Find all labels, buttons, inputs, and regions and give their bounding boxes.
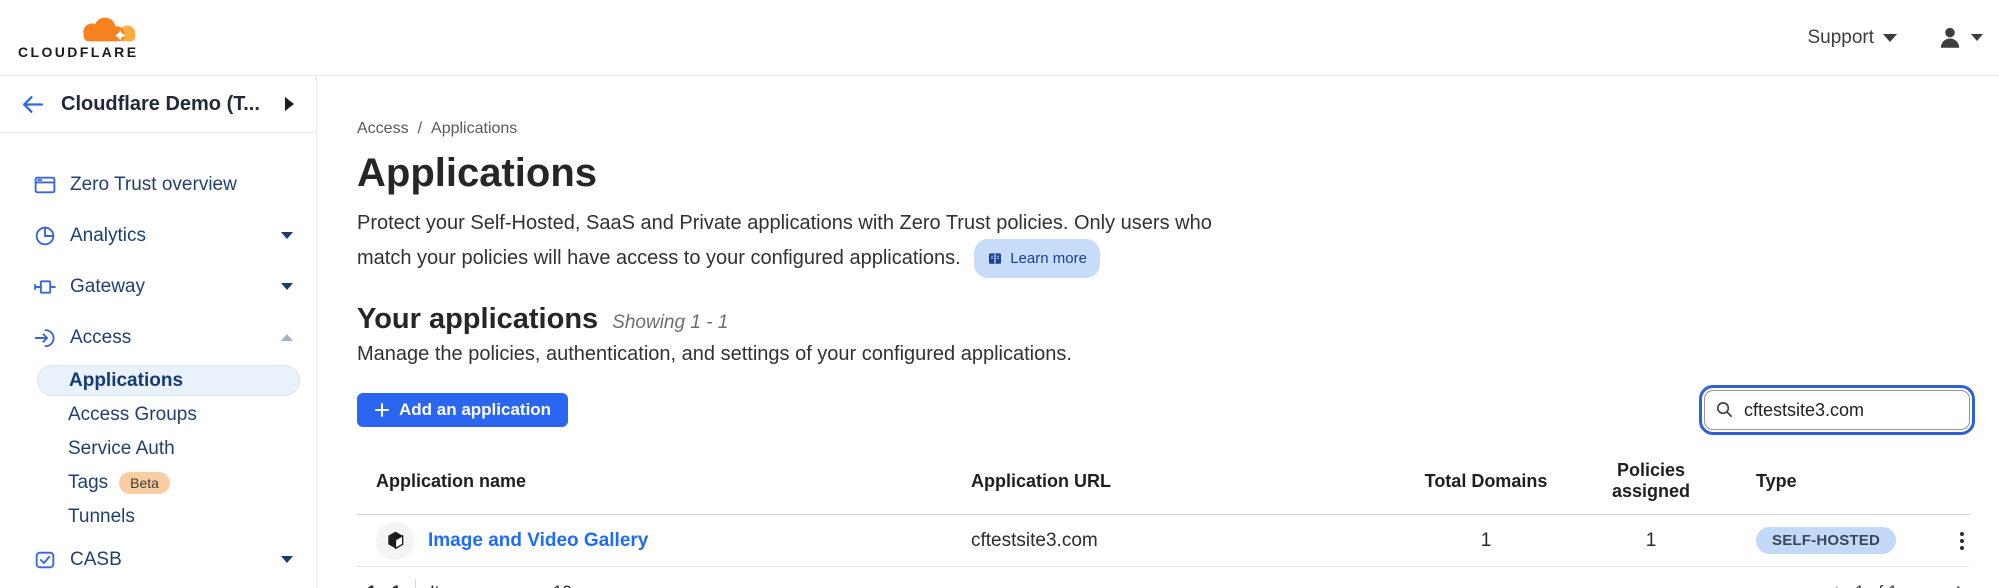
cloudflare-logo[interactable]: CLOUDFLARE	[18, 16, 138, 60]
cloudflare-wordmark: CLOUDFLARE	[18, 44, 138, 60]
sidebar-item-label: Access Groups	[68, 404, 197, 426]
sidebar-item-tags[interactable]: Tags Beta	[0, 466, 316, 500]
pie-chart-icon	[33, 224, 57, 248]
items-range: 1 - 1	[367, 582, 401, 588]
back-arrow-icon[interactable]	[20, 92, 45, 117]
sidebar-item-label: Zero Trust overview	[70, 174, 237, 196]
chevron-down-icon	[281, 556, 293, 563]
search-box	[1704, 390, 1970, 430]
table-header-row: Application name Application URL Total D…	[357, 456, 1970, 515]
account-switcher[interactable]: Cloudflare Demo (T...	[0, 76, 316, 133]
sidebar-item-casb[interactable]: CASB	[0, 534, 316, 585]
sidebar: Cloudflare Demo (T... Zero Trust overvie…	[0, 76, 317, 588]
sidebar-item-service-auth[interactable]: Service Auth	[0, 432, 316, 466]
main-content: Access / Applications Applications Prote…	[317, 76, 1999, 588]
application-avatar	[376, 522, 414, 560]
sidebar-item-label: Tags	[68, 472, 108, 494]
breadcrumb-access[interactable]: Access	[357, 120, 409, 138]
breadcrumb: Access / Applications	[357, 120, 1970, 138]
learn-more-label: Learn more	[1010, 243, 1087, 274]
page-title: Applications	[357, 150, 1970, 196]
access-login-icon	[33, 326, 57, 350]
sidebar-item-label: Gateway	[70, 276, 145, 298]
gateway-icon	[33, 275, 57, 299]
sidebar-item-label: Applications	[69, 370, 183, 392]
column-application-url: Application URL	[971, 471, 1391, 492]
casb-check-icon	[33, 548, 57, 572]
applications-table: Application name Application URL Total D…	[357, 456, 1970, 567]
cube-icon	[384, 529, 407, 552]
table-row: Image and Video Gallery cftestsite3.com …	[357, 515, 1970, 567]
cloudflare-zero-trust-dashboard: CLOUDFLARE Support Cloudflare	[0, 0, 1999, 588]
support-menu[interactable]: Support	[1807, 27, 1897, 49]
account-name: Cloudflare Demo (T...	[61, 93, 260, 116]
support-label: Support	[1807, 27, 1874, 49]
plus-icon	[374, 402, 390, 418]
sidebar-item-tunnels[interactable]: Tunnels	[0, 500, 316, 534]
chevron-down-icon	[1883, 34, 1897, 42]
access-subnav: Applications Access Groups Service Auth …	[0, 363, 316, 534]
footer-divider	[415, 579, 416, 588]
sidebar-item-access[interactable]: Access	[0, 312, 316, 363]
section-title: Your applications	[357, 302, 598, 336]
learn-more-link[interactable]: Learn more	[974, 239, 1100, 278]
table-footer: 1 - 1 Items per page: 10 1 of 1 page	[357, 579, 1970, 588]
sidebar-item-label: Access	[70, 327, 131, 349]
sidebar-item-label: Tunnels	[68, 506, 135, 528]
user-icon	[1937, 25, 1963, 51]
chevron-down-icon	[1971, 34, 1983, 41]
book-icon	[987, 251, 1003, 267]
previous-page-button[interactable]	[1825, 582, 1845, 588]
expand-sidebar-icon[interactable]	[285, 97, 294, 111]
chevron-down-icon	[281, 232, 293, 239]
chevron-left-icon	[1825, 582, 1845, 588]
sidebar-item-label: Analytics	[70, 225, 146, 247]
sidebar-item-access-groups[interactable]: Access Groups	[0, 398, 316, 432]
cloudflare-cloud-icon	[72, 16, 138, 43]
top-header: CLOUDFLARE Support	[0, 0, 1999, 76]
chevron-up-icon	[281, 334, 293, 341]
sidebar-item-analytics[interactable]: Analytics	[0, 210, 316, 261]
column-type: Type	[1721, 471, 1940, 492]
column-application-name: Application name	[376, 471, 971, 492]
footer-left: 1 - 1 Items per page: 10	[357, 579, 572, 588]
breadcrumb-applications[interactable]: Applications	[431, 120, 517, 138]
page-indicator: 1 of 1 page	[1855, 582, 1940, 588]
chevron-right-icon	[1950, 582, 1970, 588]
column-policies-assigned: Policies assigned	[1581, 460, 1721, 502]
column-total-domains: Total Domains	[1391, 471, 1581, 492]
beta-badge: Beta	[119, 472, 170, 494]
items-per-page: Items per page: 10	[430, 582, 572, 588]
chevron-down-icon	[281, 283, 293, 290]
total-domains-cell: 1	[1391, 530, 1581, 552]
sidebar-nav: Zero Trust overview Analytics Gatew	[0, 133, 316, 585]
next-page-button[interactable]	[1950, 582, 1970, 588]
sidebar-item-gateway[interactable]: Gateway	[0, 261, 316, 312]
policies-assigned-cell: 1	[1581, 530, 1721, 552]
type-cell: SELF-HOSTED	[1721, 527, 1940, 554]
user-menu[interactable]	[1937, 25, 1983, 51]
showing-count: Showing 1 - 1	[612, 312, 728, 334]
sidebar-item-label: CASB	[70, 549, 122, 571]
sidebar-item-applications[interactable]: Applications	[37, 365, 300, 396]
row-actions-menu[interactable]	[1954, 528, 1970, 554]
add-application-label: Add an application	[399, 400, 551, 420]
add-application-button[interactable]: Add an application	[357, 393, 568, 427]
your-applications-header: Your applications Showing 1 - 1	[357, 302, 1970, 336]
application-name-cell: Image and Video Gallery	[376, 522, 971, 560]
sidebar-item-label: Service Auth	[68, 438, 175, 460]
page-description: Protect your Self-Hosted, SaaS and Priva…	[357, 208, 1262, 278]
overview-window-icon	[33, 173, 57, 197]
header-right: Support	[1807, 25, 1983, 51]
section-subtitle: Manage the policies, authentication, and…	[357, 340, 1970, 368]
search-icon	[1715, 400, 1734, 419]
application-url-cell: cftestsite3.com	[971, 530, 1391, 552]
application-link[interactable]: Image and Video Gallery	[428, 530, 648, 552]
applications-toolbar: Add an application	[357, 388, 1970, 432]
search-input[interactable]	[1704, 390, 1970, 430]
pagination: 1 of 1 page	[1825, 582, 1970, 588]
type-badge: SELF-HOSTED	[1756, 527, 1896, 554]
breadcrumb-separator: /	[418, 120, 422, 138]
sidebar-item-zero-trust-overview[interactable]: Zero Trust overview	[0, 159, 316, 210]
